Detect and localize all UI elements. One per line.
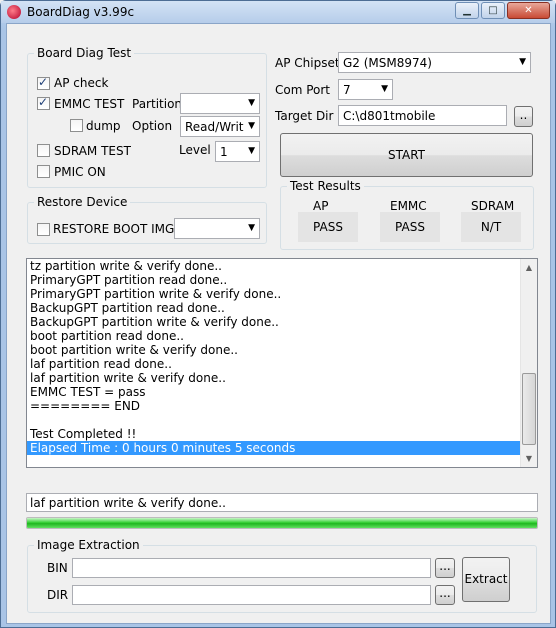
board-diag-test-title: Board Diag Test bbox=[34, 46, 135, 60]
result-label-emmc: EMMC bbox=[390, 199, 427, 213]
start-button[interactable]: START bbox=[280, 133, 533, 177]
chevron-down-icon: ▼ bbox=[248, 98, 255, 108]
dir-browse-button[interactable]: ... bbox=[435, 585, 455, 605]
log-line[interactable]: ======== END bbox=[27, 399, 537, 413]
scroll-up-icon[interactable]: ▲ bbox=[521, 259, 537, 276]
pmic-on-checkbox[interactable] bbox=[37, 165, 50, 178]
client-area: Board Diag Test AP check EMMC TEST Parti… bbox=[6, 23, 551, 624]
dump-label: dump bbox=[86, 119, 121, 133]
result-label-sdram: SDRAM bbox=[471, 199, 515, 213]
bin-label: BIN bbox=[47, 561, 68, 575]
bin-field[interactable] bbox=[72, 558, 431, 578]
app-logo-icon bbox=[7, 5, 21, 19]
option-select[interactable]: Read/Writ ▼ bbox=[180, 116, 260, 137]
log-listbox[interactable]: tz partition write & verify done.. Primar… bbox=[26, 258, 538, 468]
restore-device-title: Restore Device bbox=[34, 195, 131, 209]
log-lines: tz partition write & verify done.. Primar… bbox=[27, 259, 537, 455]
app-window: BoardDiag v3.99c ▁ □ ✕ Board Diag Test A… bbox=[0, 0, 556, 628]
dump-checkbox[interactable] bbox=[70, 119, 83, 132]
level-label: Level bbox=[179, 143, 211, 157]
partition-label: Partition bbox=[132, 97, 183, 111]
restore-boot-img-checkbox[interactable] bbox=[37, 223, 50, 236]
com-port-label: Com Port bbox=[275, 83, 331, 97]
log-line[interactable]: Test Completed !! bbox=[27, 427, 537, 441]
status-field: laf partition write & verify done.. bbox=[26, 493, 538, 512]
level-value: 1 bbox=[220, 145, 228, 159]
title-bar[interactable]: BoardDiag v3.99c ▁ □ ✕ bbox=[1, 1, 555, 23]
dir-label: DIR bbox=[47, 588, 69, 602]
log-line[interactable]: laf partition read done.. bbox=[27, 357, 537, 371]
window-title: BoardDiag v3.99c bbox=[27, 5, 135, 19]
log-line[interactable]: boot partition write & verify done.. bbox=[27, 343, 537, 357]
ap-check-checkbox[interactable] bbox=[37, 75, 50, 90]
progress-bar bbox=[26, 517, 538, 529]
option-label: Option bbox=[132, 119, 173, 133]
log-scrollbar[interactable]: ▲ ▼ bbox=[520, 259, 537, 467]
com-port-value: 7 bbox=[343, 83, 351, 97]
chevron-down-icon: ▼ bbox=[248, 146, 255, 156]
image-extraction-title: Image Extraction bbox=[34, 538, 143, 552]
scroll-down-icon[interactable]: ▼ bbox=[521, 450, 537, 467]
dir-field[interactable] bbox=[72, 585, 431, 605]
chevron-down-icon: ▼ bbox=[248, 121, 255, 131]
maximize-button[interactable]: □ bbox=[481, 2, 505, 19]
bin-browse-button[interactable]: ... bbox=[435, 558, 455, 578]
log-line[interactable]: BackupGPT partition read done.. bbox=[27, 301, 537, 315]
result-value-ap: PASS bbox=[298, 212, 358, 242]
result-value-emmc: PASS bbox=[380, 212, 440, 242]
extract-button[interactable]: Extract bbox=[462, 557, 510, 602]
log-line[interactable]: BackupGPT partition write & verify done.… bbox=[27, 315, 537, 329]
log-line[interactable]: boot partition read done.. bbox=[27, 329, 537, 343]
sdram-test-checkbox[interactable] bbox=[37, 144, 50, 157]
emmc-test-checkbox[interactable] bbox=[37, 95, 50, 110]
target-dir-browse-button[interactable]: .. bbox=[514, 106, 533, 127]
log-line[interactable]: laf partition write & verify done.. bbox=[27, 371, 537, 385]
pmic-on-label: PMIC ON bbox=[54, 165, 106, 179]
test-results-title: Test Results bbox=[287, 179, 364, 193]
level-select[interactable]: 1 ▼ bbox=[215, 141, 260, 162]
target-dir-label: Target Dir bbox=[275, 109, 334, 123]
log-line[interactable]: PrimaryGPT partition write & verify done… bbox=[27, 287, 537, 301]
close-button[interactable]: ✕ bbox=[507, 2, 550, 19]
result-value-sdram: N/T bbox=[461, 212, 521, 242]
sdram-test-label: SDRAM TEST bbox=[54, 144, 131, 158]
log-line[interactable]: EMMC TEST = pass bbox=[27, 385, 537, 399]
ap-check-label: AP check bbox=[54, 76, 109, 90]
chevron-down-icon: ▼ bbox=[248, 223, 255, 233]
scrollbar-thumb[interactable] bbox=[522, 373, 536, 445]
ap-chipset-select[interactable]: G2 (MSM8974) ▼ bbox=[338, 52, 531, 73]
target-dir-field[interactable]: C:\d801tmobile bbox=[338, 105, 507, 126]
emmc-test-label: EMMC TEST bbox=[54, 97, 125, 111]
option-value: Read/Writ bbox=[185, 120, 244, 134]
log-line[interactable]: tz partition write & verify done.. bbox=[27, 259, 537, 273]
minimize-button[interactable]: ▁ bbox=[455, 2, 479, 19]
partition-select[interactable]: ▼ bbox=[180, 93, 260, 114]
restore-boot-img-label: RESTORE BOOT IMG bbox=[53, 222, 175, 236]
chevron-down-icon: ▼ bbox=[381, 84, 388, 94]
ap-chipset-value: G2 (MSM8974) bbox=[343, 56, 432, 70]
target-dir-value: C:\d801tmobile bbox=[343, 109, 436, 123]
status-text: laf partition write & verify done.. bbox=[30, 496, 226, 510]
com-port-select[interactable]: 7 ▼ bbox=[338, 79, 393, 100]
restore-image-select[interactable]: ▼ bbox=[174, 218, 260, 239]
log-line[interactable]: Elapsed Time : 0 hours 0 minutes 5 secon… bbox=[27, 441, 520, 455]
log-line[interactable] bbox=[27, 413, 537, 427]
chevron-down-icon: ▼ bbox=[519, 57, 526, 67]
ap-chipset-label: AP Chipset bbox=[275, 56, 340, 70]
progress-fill bbox=[27, 518, 537, 528]
log-line[interactable]: PrimaryGPT partition read done.. bbox=[27, 273, 537, 287]
